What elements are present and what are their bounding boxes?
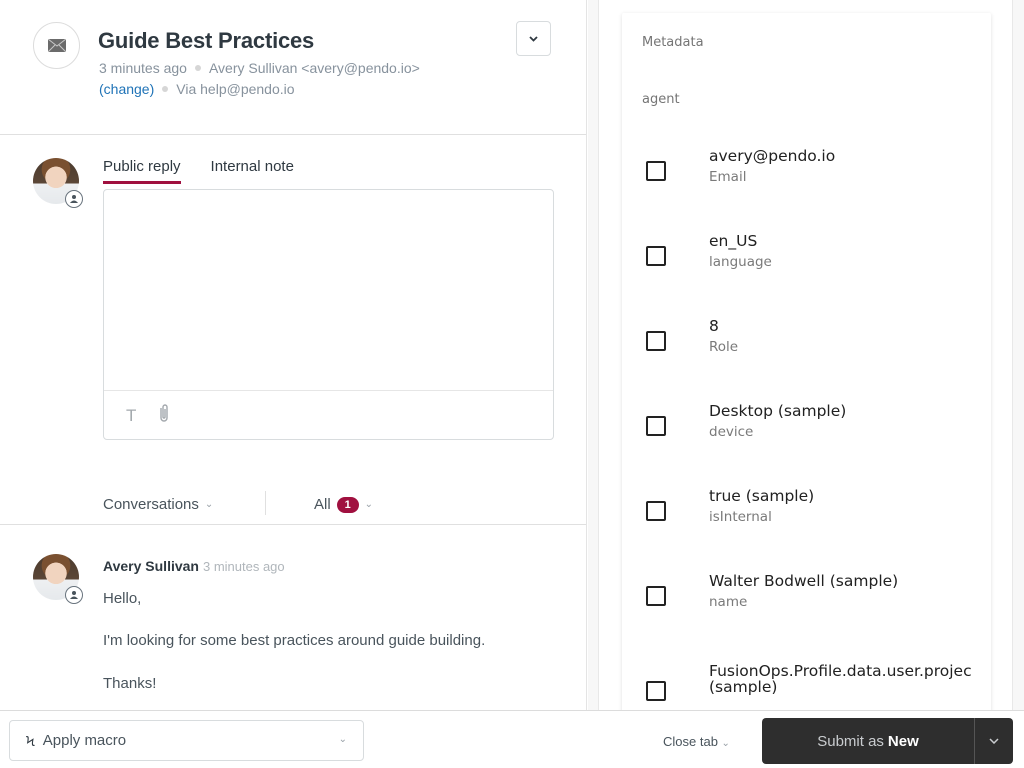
metadata-checkbox[interactable] bbox=[646, 331, 666, 351]
conversation-pane: Guide Best Practices 3 minutes ago Avery … bbox=[0, 0, 587, 710]
user-icon bbox=[65, 190, 83, 208]
ticket-header: Guide Best Practices 3 minutes ago Avery … bbox=[0, 0, 586, 135]
ticket-view: Guide Best Practices 3 minutes ago Avery … bbox=[0, 0, 1024, 768]
message-author: Avery Sullivan bbox=[103, 558, 199, 574]
chevron-down-icon: ⌄ bbox=[338, 734, 347, 745]
metadata-checkbox[interactable] bbox=[646, 246, 666, 266]
metadata-section: agent bbox=[642, 92, 680, 107]
submit-options-button[interactable] bbox=[975, 718, 1013, 764]
metadata-value: 8 bbox=[709, 317, 719, 335]
user-icon bbox=[65, 586, 83, 604]
reply-editor: T bbox=[103, 189, 554, 440]
message-header: Avery Sullivan 3 minutes ago bbox=[103, 558, 285, 574]
metadata-item: true (sample) isInternal bbox=[622, 487, 991, 547]
lightning-icon: Ϟ bbox=[26, 732, 35, 749]
metadata-key: name bbox=[709, 594, 748, 610]
metadata-value: en_US bbox=[709, 232, 758, 250]
message-line: Thanks! bbox=[103, 675, 157, 692]
metadata-checkbox[interactable] bbox=[646, 586, 666, 606]
apply-macro-label: Apply macro bbox=[42, 732, 127, 749]
metadata-item: Walter Bodwell (sample) name bbox=[622, 572, 991, 632]
tab-internal-note[interactable]: Internal note bbox=[211, 158, 294, 184]
conversations-label: Conversations bbox=[103, 496, 199, 513]
submit-button[interactable]: Submit as New bbox=[762, 718, 975, 764]
chevron-down-icon: ⌄ bbox=[721, 738, 730, 749]
message-time: 3 minutes ago bbox=[202, 559, 285, 574]
metadata-value: Desktop (sample) bbox=[709, 402, 847, 420]
metadata-item: avery@pendo.io Email bbox=[622, 147, 991, 207]
metadata-value: Walter Bodwell (sample) bbox=[709, 572, 899, 590]
metadata-card: Metadata agent avery@pendo.io Email en_U… bbox=[622, 13, 991, 733]
ticket-meta: 3 minutes ago Avery Sullivan <avery@pendo… bbox=[99, 60, 420, 76]
chevron-down-icon: ⌄ bbox=[204, 499, 214, 510]
close-tab-label: Close tab bbox=[663, 734, 718, 749]
close-tab-dropdown[interactable]: Close tab ⌄ bbox=[663, 734, 730, 749]
count-badge: 1 bbox=[336, 496, 359, 513]
metadata-checkbox[interactable] bbox=[646, 416, 666, 436]
metadata-key: device bbox=[709, 424, 754, 440]
chevron-down-icon: ⌄ bbox=[364, 499, 374, 510]
metadata-checkbox[interactable] bbox=[646, 501, 666, 521]
tab-public-reply[interactable]: Public reply bbox=[103, 158, 181, 184]
metadata-item: Desktop (sample) device bbox=[622, 402, 991, 462]
chevron-down-icon bbox=[529, 35, 538, 42]
submit-button-group: Submit as New bbox=[762, 718, 1013, 764]
channel-badge bbox=[33, 22, 80, 69]
composer-tabs: Public reply Internal note bbox=[103, 158, 294, 184]
metadata-checkbox[interactable] bbox=[646, 681, 666, 701]
metadata-item: en_US language bbox=[622, 232, 991, 292]
metadata-value: avery@pendo.io bbox=[709, 147, 836, 165]
footer-bar: Ϟ Apply macro ⌄ Close tab ⌄ Submit as New bbox=[0, 710, 1024, 768]
metadata-item: 8 Role bbox=[622, 317, 991, 377]
apply-macro-dropdown[interactable]: Ϟ Apply macro ⌄ bbox=[9, 720, 364, 761]
metadata-key: language bbox=[709, 254, 772, 270]
message-line: I'm looking for some best practices arou… bbox=[103, 632, 486, 649]
metadata-title: Metadata bbox=[642, 35, 704, 50]
context-panel: Metadata agent avery@pendo.io Email en_U… bbox=[588, 0, 1024, 733]
conversation-filter-bar: Conversations ⌄ All 1 ⌄ bbox=[0, 480, 586, 525]
context-panel-body: Metadata agent avery@pendo.io Email en_U… bbox=[598, 0, 1013, 733]
message-line: Hello, bbox=[103, 590, 142, 607]
scope-dropdown[interactable]: All 1 ⌄ bbox=[314, 496, 373, 513]
ticket-options-button[interactable] bbox=[516, 21, 551, 56]
metadata-key: Email bbox=[709, 169, 747, 185]
paperclip-icon[interactable] bbox=[158, 403, 170, 428]
separator-dot bbox=[194, 65, 201, 72]
ticket-title: Guide Best Practices bbox=[98, 28, 315, 53]
envelope-icon bbox=[47, 39, 66, 52]
submit-prefix: Submit as bbox=[817, 732, 884, 750]
metadata-key: Role bbox=[709, 339, 739, 355]
chevron-down-icon bbox=[989, 738, 999, 744]
conversations-dropdown[interactable]: Conversations ⌄ bbox=[103, 496, 213, 513]
text-format-icon[interactable]: T bbox=[126, 406, 136, 426]
ticket-time: 3 minutes ago bbox=[99, 60, 187, 76]
change-requester-link[interactable]: (change) bbox=[99, 81, 154, 97]
metadata-key: isInternal bbox=[709, 509, 772, 525]
reply-input[interactable] bbox=[104, 190, 553, 391]
via-channel: Via help@pendo.io bbox=[176, 81, 295, 97]
submit-status: New bbox=[887, 732, 919, 750]
metadata-checkbox[interactable] bbox=[646, 161, 666, 181]
requester: Avery Sullivan <avery@pendo.io> bbox=[208, 60, 420, 76]
ticket-meta-2: (change) Via help@pendo.io bbox=[99, 81, 295, 97]
metadata-value-suffix: (sample) bbox=[709, 678, 778, 696]
editor-toolbar: T bbox=[126, 403, 170, 428]
scope-label: All bbox=[314, 496, 331, 513]
separator-dot bbox=[162, 86, 169, 93]
metadata-value: true (sample) bbox=[709, 487, 815, 505]
divider bbox=[265, 491, 266, 515]
